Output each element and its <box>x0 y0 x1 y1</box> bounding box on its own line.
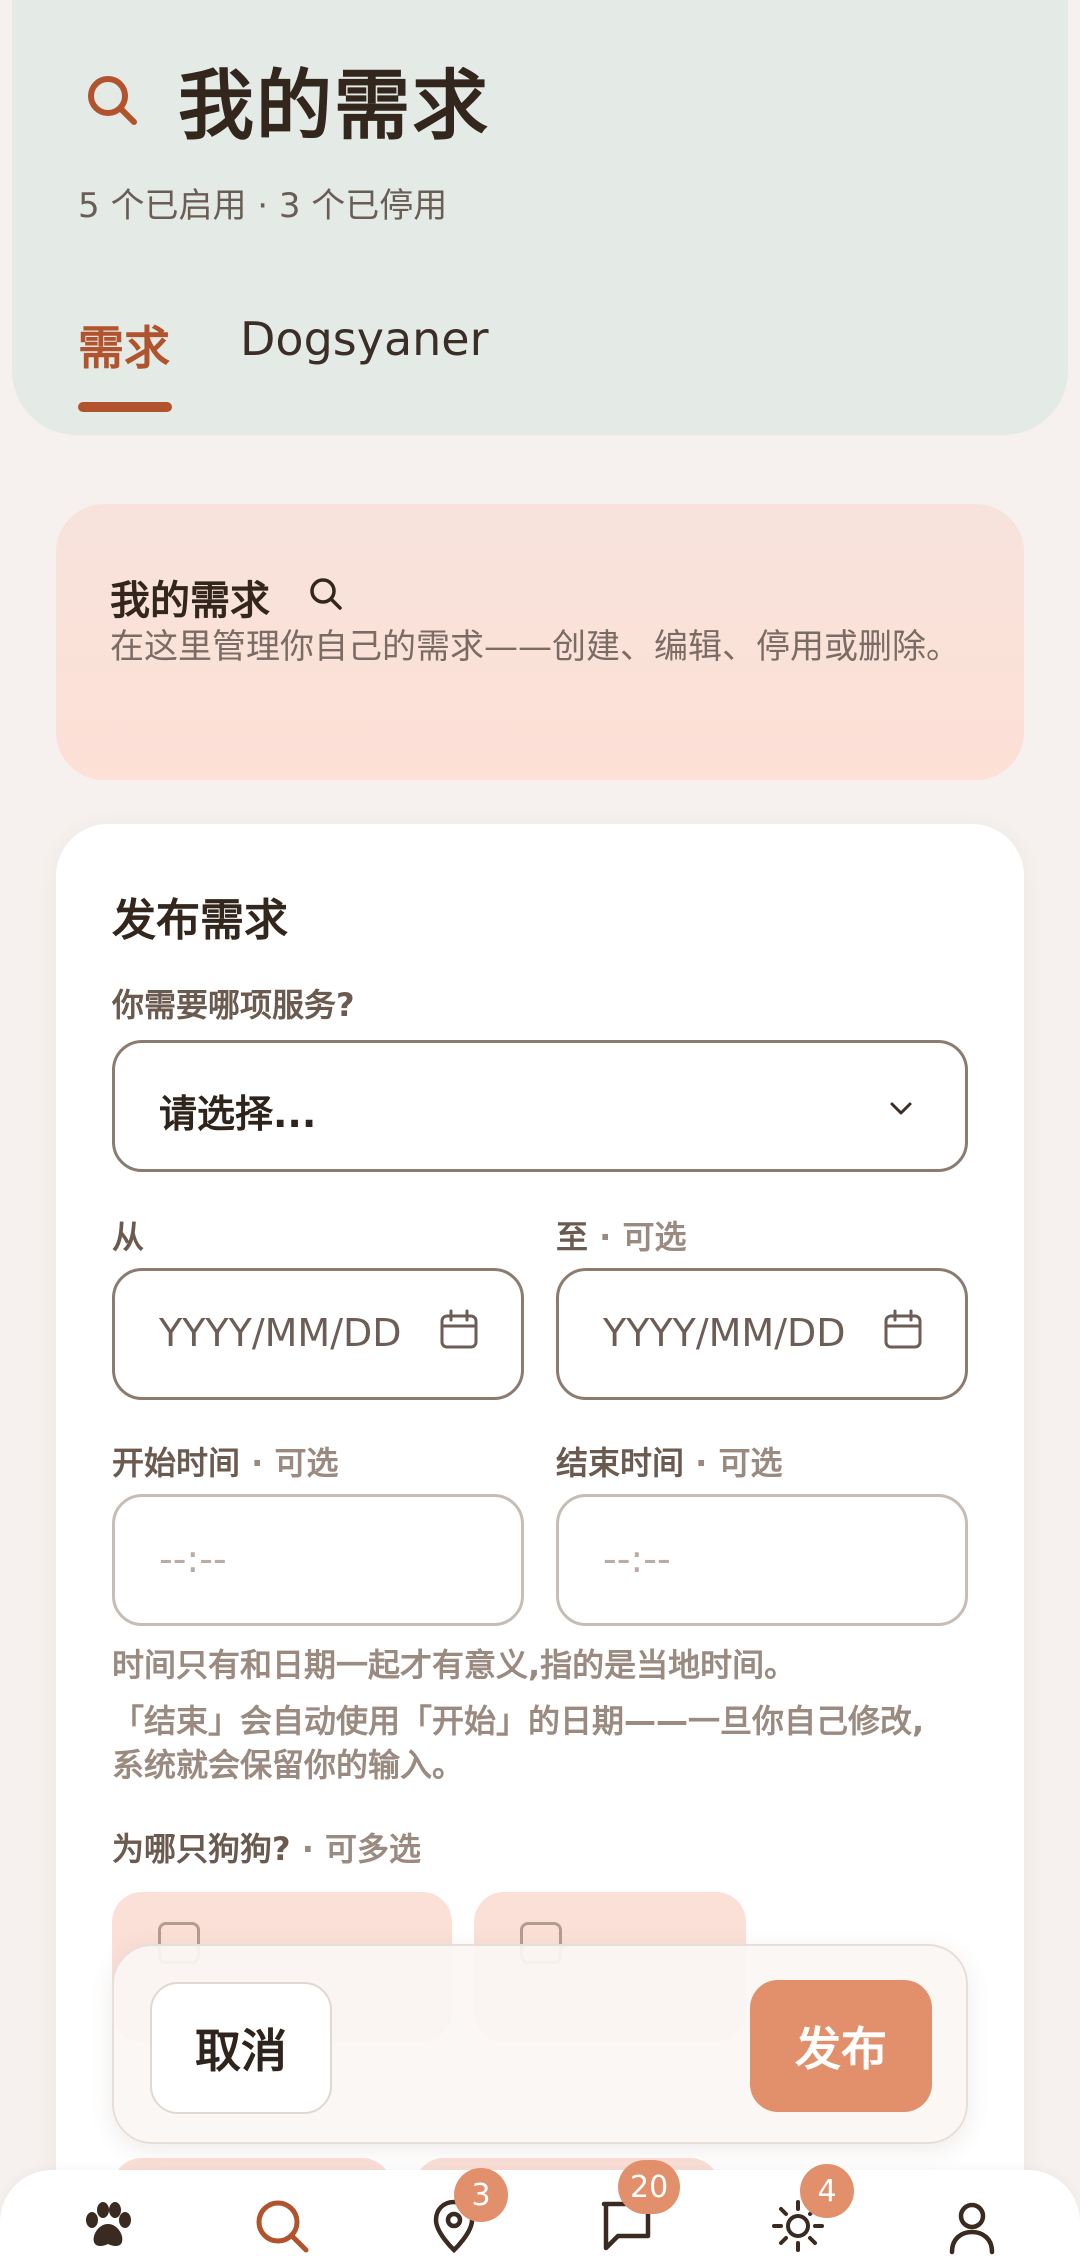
profile-icon <box>949 2202 995 2255</box>
search-icon <box>310 578 342 610</box>
service-label: 你需要哪项服务? <box>112 986 355 1024</box>
form-title: 发布需求 <box>112 895 288 946</box>
optional-tag: · 可选 <box>695 1444 783 1482</box>
multi-select-tag: · 可多选 <box>301 1830 422 1868</box>
info-card-title: 我的需求 <box>110 578 270 624</box>
page-title: 我的需求 <box>178 61 490 150</box>
tab-dogsyaner[interactable]: Dogsyaner <box>240 312 489 366</box>
dogs-label: 为哪只狗狗? · 可多选 <box>112 1824 421 1870</box>
search-icon <box>256 2200 309 2253</box>
chevron-down-icon <box>890 1102 912 1115</box>
info-card: 我的需求 在这里管理你自己的需求——创建、编辑、停用或删除。 <box>56 504 1024 780</box>
page-header: 我的需求 5 个已启用 · 3 个已停用 需求 Dogsyaner <box>12 0 1068 435</box>
info-card-description: 在这里管理你自己的需求——创建、编辑、停用或删除。 <box>110 627 960 667</box>
paw-icon <box>86 2202 131 2246</box>
nav-paw[interactable] <box>78 2196 138 2256</box>
from-label-text: 从 <box>112 1218 145 1256</box>
nav-profile[interactable] <box>942 2196 1002 2256</box>
optional-tag: · 可选 <box>599 1218 687 1256</box>
start-time-input[interactable]: --:-- <box>112 1494 524 1626</box>
to-label: 至 · 可选 <box>556 1212 686 1258</box>
search-icon <box>88 76 137 125</box>
to-label-text: 至 <box>556 1218 589 1256</box>
tab-requests[interactable]: 需求 <box>78 312 170 378</box>
calendar-icon[interactable] <box>883 1309 923 1351</box>
from-date-input[interactable]: YYYY/MM/DD <box>112 1268 524 1400</box>
messages-badge: 20 <box>618 2160 681 2214</box>
nav-search[interactable] <box>252 2196 312 2256</box>
start-time-label-text: 开始时间 <box>112 1444 241 1482</box>
service-select[interactable]: 请选择... <box>112 1040 968 1172</box>
end-time-label: 结束时间 · 可选 <box>556 1438 782 1484</box>
dogs-label-text: 为哪只狗狗? <box>112 1830 291 1868</box>
activity-badge: 4 <box>800 2164 854 2218</box>
form-action-bar: 取消 发布 <box>112 1944 968 2144</box>
end-time-placeholder: --:-- <box>603 1537 671 1581</box>
publish-button[interactable]: 发布 <box>750 1980 932 2112</box>
from-label: 从 <box>112 1212 144 1258</box>
to-date-input[interactable]: YYYY/MM/DD <box>556 1268 968 1400</box>
service-select-value: 请选择... <box>159 1092 317 1136</box>
bottom-nav: 3 20 4 <box>0 2160 1080 2268</box>
start-time-placeholder: --:-- <box>159 1537 227 1581</box>
from-date-placeholder: YYYY/MM/DD <box>159 1311 402 1355</box>
tab-indicator <box>78 402 172 412</box>
to-date-placeholder: YYYY/MM/DD <box>603 1311 846 1355</box>
end-time-input[interactable]: --:-- <box>556 1494 968 1626</box>
page-subtitle: 5 个已启用 · 3 个已停用 <box>78 186 448 226</box>
cancel-button[interactable]: 取消 <box>150 1982 332 2114</box>
map-badge: 3 <box>454 2168 508 2222</box>
time-hint: 时间只有和日期一起才有意义,指的是当地时间。 <box>112 1646 797 1684</box>
start-time-label: 开始时间 · 可选 <box>112 1438 338 1484</box>
calendar-icon[interactable] <box>439 1309 479 1351</box>
end-date-hint-line-1: 「结束」会自动使用「开始」的日期——一旦你自己修改, <box>112 1702 925 1740</box>
end-date-hint-line-2: 系统就会保留你的输入。 <box>112 1746 465 1784</box>
end-time-label-text: 结束时间 <box>556 1444 685 1482</box>
optional-tag: · 可选 <box>251 1444 339 1482</box>
